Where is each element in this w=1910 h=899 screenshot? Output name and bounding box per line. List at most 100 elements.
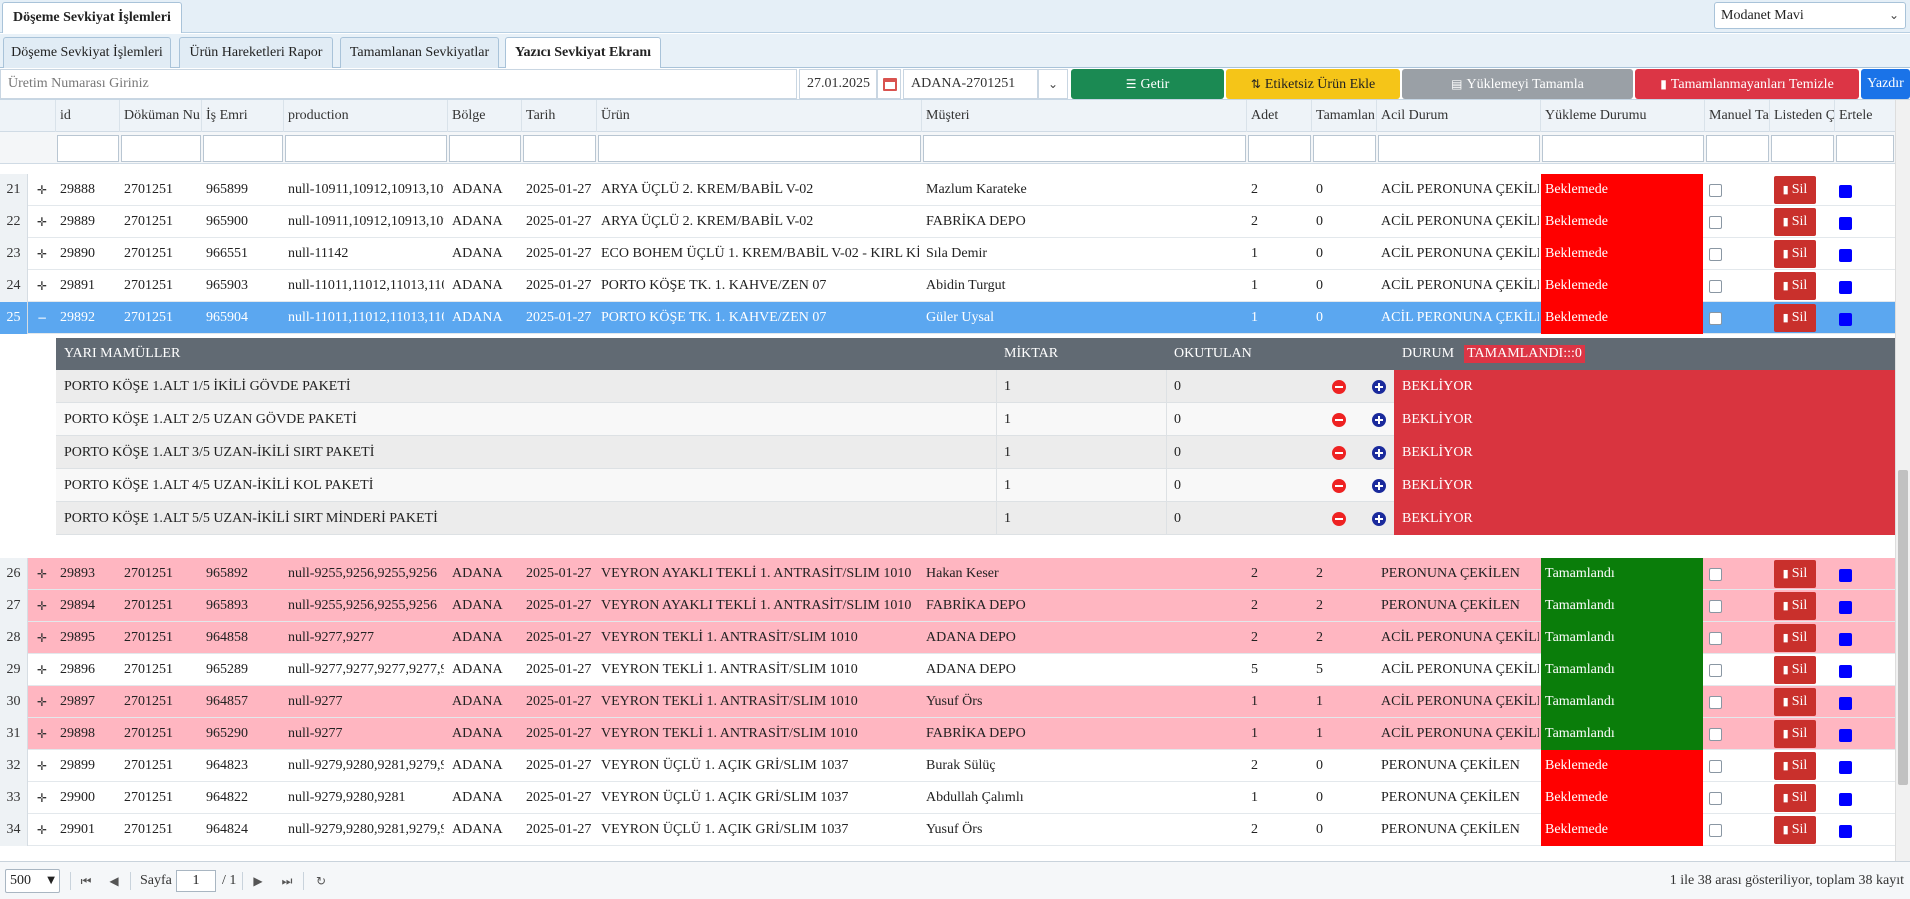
expand-icon[interactable]: ✛ [36,216,48,228]
postpone-toggle[interactable] [1839,217,1852,230]
remove-from-list-button[interactable]: ▮ Sil [1774,752,1816,780]
postpone-toggle[interactable] [1839,793,1852,806]
manual-checkbox[interactable] [1709,280,1722,293]
increase-icon[interactable] [1372,413,1386,427]
header-production[interactable]: production [284,100,448,132]
decrease-icon[interactable] [1332,380,1346,394]
increase-icon[interactable] [1372,380,1386,394]
yazdir-button[interactable]: Yazdır [1861,69,1910,99]
postpone-toggle[interactable] [1839,185,1852,198]
table-row[interactable]: 32 ✛ 29899 2701251 964823 null-9279,9280,9281… [0,750,1895,782]
calendar-icon[interactable] [877,69,901,99]
filter-id[interactable] [57,135,119,162]
postpone-toggle[interactable] [1839,313,1852,326]
filter-bolge[interactable] [449,135,521,162]
collapse-icon[interactable]: − [36,312,48,324]
tab-yazici-sevkiyat[interactable]: Yazıcı Sevkiyat Ekranı [505,37,661,69]
remove-from-list-button[interactable]: ▮ Sil [1774,816,1816,844]
postpone-toggle[interactable] [1839,569,1852,582]
remove-from-list-button[interactable]: ▮ Sil [1774,624,1816,652]
increase-icon[interactable] [1372,446,1386,460]
manual-checkbox[interactable] [1709,248,1722,261]
table-row[interactable]: 29 ✛ 29896 2701251 965289 null-9277,9277,9277… [0,654,1895,686]
remove-from-list-button[interactable]: ▮ Sil [1774,272,1816,300]
decrease-icon[interactable] [1332,413,1346,427]
table-row[interactable]: 26 ✛ 29893 2701251 965892 null-9255,9256,9255… [0,558,1895,590]
expand-icon[interactable]: ✛ [36,568,48,580]
refresh-icon[interactable]: ↻ [313,871,329,891]
filter-musteri[interactable] [923,135,1246,162]
filter-acil-durum[interactable] [1378,135,1540,162]
decrease-icon[interactable] [1332,512,1346,526]
table-row[interactable]: 21 ✛ 29888 2701251 965899 null-10911,10912,10… [0,174,1895,206]
app-tab[interactable]: Döşeme Sevkiyat İşlemleri [2,2,182,33]
increase-icon[interactable] [1372,479,1386,493]
table-row[interactable]: 31 ✛ 29898 2701251 965290 null-9277 ADANA 2025-… [0,718,1895,750]
filter-dokuman-no[interactable] [121,135,201,162]
header-bolge[interactable]: Bölge [448,100,522,132]
postpone-toggle[interactable] [1839,729,1852,742]
decrease-icon[interactable] [1332,446,1346,460]
remove-from-list-button[interactable]: ▮ Sil [1774,656,1816,684]
chevron-down-icon[interactable]: ⌄ [1038,69,1068,99]
document-select[interactable]: ADANA-2701251 [903,69,1038,99]
expand-icon[interactable]: ✛ [36,280,48,292]
tab-tamamlanan[interactable]: Tamamlanan Sevkiyatlar [340,37,499,68]
header-musteri[interactable]: Müşteri [922,100,1247,132]
increase-icon[interactable] [1372,512,1386,526]
postpone-toggle[interactable] [1839,633,1852,646]
filter-tamamlanan[interactable] [1313,135,1376,162]
tamamlanmayanlari-temizle-button[interactable]: ▮ Tamamlanmayanları Temizle [1635,69,1859,99]
remove-from-list-button[interactable]: ▮ Sil [1774,688,1816,716]
header-dokuman-no[interactable]: Döküman Nu [120,100,202,132]
header-listeden-cikar[interactable]: Listeden Ç [1770,100,1835,132]
filter-listeden-cikar[interactable] [1771,135,1834,162]
manual-checkbox[interactable] [1709,792,1722,805]
manual-checkbox[interactable] [1709,312,1722,325]
postpone-toggle[interactable] [1839,601,1852,614]
manual-checkbox[interactable] [1709,728,1722,741]
last-page-icon[interactable]: ⏭ [279,871,295,891]
manual-checkbox[interactable] [1709,632,1722,645]
filter-tarih[interactable] [523,135,596,162]
header-urun[interactable]: Ürün [597,100,922,132]
manual-checkbox[interactable] [1709,184,1722,197]
remove-from-list-button[interactable]: ▮ Sil [1774,176,1816,204]
remove-from-list-button[interactable]: ▮ Sil [1774,304,1816,332]
remove-from-list-button[interactable]: ▮ Sil [1774,560,1816,588]
expand-icon[interactable]: ✛ [36,664,48,676]
expand-icon[interactable]: ✛ [36,600,48,612]
remove-from-list-button[interactable]: ▮ Sil [1774,208,1816,236]
yuklemeyi-tamamla-button[interactable]: ▤ Yüklemeyi Tamamla [1402,69,1633,99]
table-row[interactable]: 22 ✛ 29889 2701251 965900 null-10911,10912,10… [0,206,1895,238]
postpone-toggle[interactable] [1839,281,1852,294]
expand-icon[interactable]: ✛ [36,696,48,708]
tab-doseme-sevkiyat[interactable]: Döşeme Sevkiyat İşlemleri [3,37,171,68]
filter-urun[interactable] [598,135,921,162]
table-row[interactable]: 24 ✛ 29891 2701251 965903 null-11011,11012,11… [0,270,1895,302]
expand-icon[interactable]: ✛ [36,792,48,804]
decrease-icon[interactable] [1332,479,1346,493]
scrollbar-thumb[interactable] [1898,470,1908,785]
expand-icon[interactable]: ✛ [36,824,48,836]
filter-adet[interactable] [1248,135,1311,162]
header-is-emri[interactable]: İş Emri [202,100,284,132]
header-ertele[interactable]: Ertele [1835,100,1895,132]
header-tamamlanan[interactable]: Tamamlan [1312,100,1377,132]
postpone-toggle[interactable] [1839,761,1852,774]
table-row[interactable]: 33 ✛ 29900 2701251 964822 null-9279,9280,9281… [0,782,1895,814]
manual-checkbox[interactable] [1709,664,1722,677]
table-row[interactable]: 30 ✛ 29897 2701251 964857 null-9277 ADANA 2025-… [0,686,1895,718]
header-id[interactable]: id [56,100,120,132]
manual-checkbox[interactable] [1709,760,1722,773]
postpone-toggle[interactable] [1839,697,1852,710]
remove-from-list-button[interactable]: ▮ Sil [1774,720,1816,748]
remove-from-list-button[interactable]: ▮ Sil [1774,592,1816,620]
remove-from-list-button[interactable]: ▮ Sil [1774,240,1816,268]
filter-yukleme-durumu[interactable] [1542,135,1704,162]
page-size-select[interactable]: 500 ▼ [5,869,60,893]
theme-select[interactable]: Modanet Mavi ⌄ [1714,2,1906,29]
table-row[interactable]: 34 ✛ 29901 2701251 964824 null-9279,9280,9281… [0,814,1895,846]
production-number-input[interactable]: Üretim Numarası Giriniz [0,69,797,99]
filter-production[interactable] [285,135,447,162]
